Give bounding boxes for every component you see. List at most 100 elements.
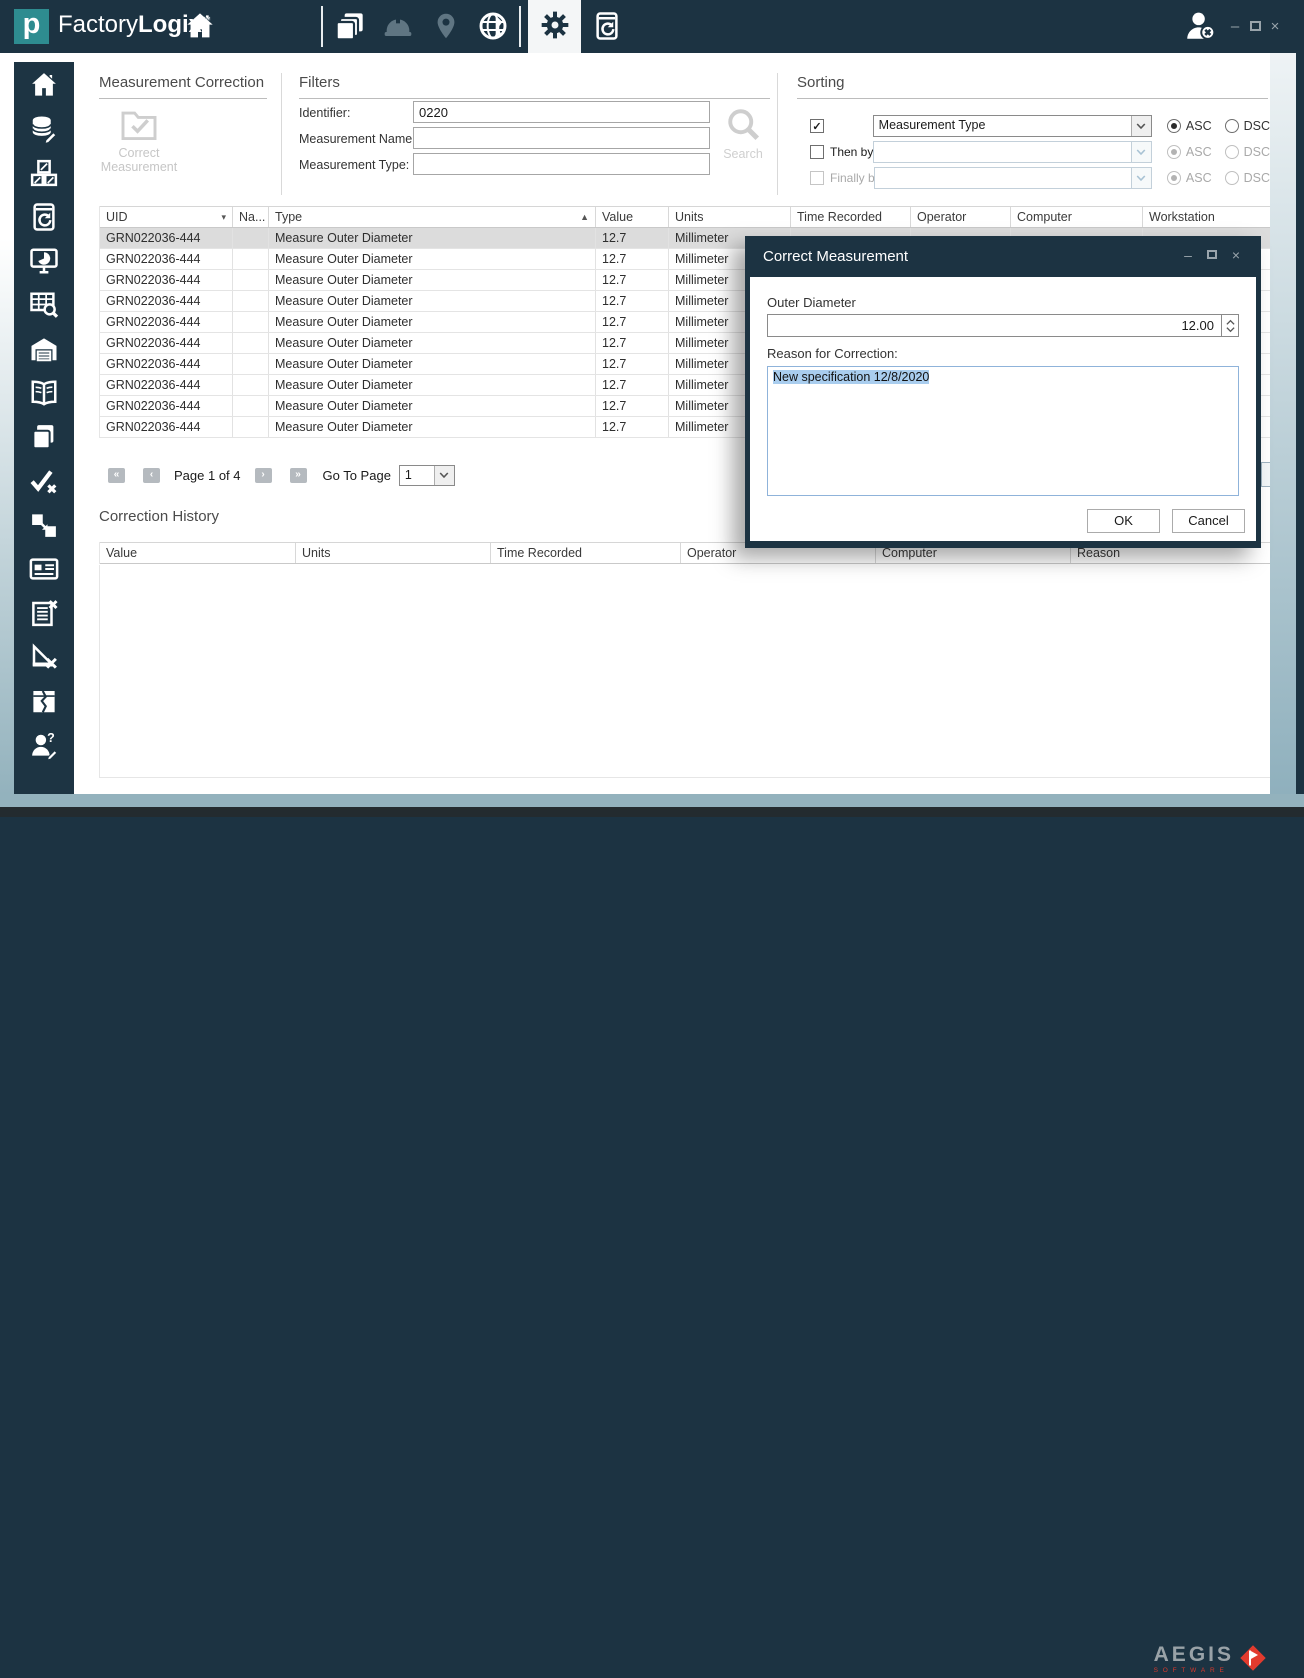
svg-text:?: ? xyxy=(47,730,55,744)
sidebar-item-transfer[interactable] xyxy=(14,504,74,548)
column-header-operator[interactable]: Operator xyxy=(911,207,1011,227)
sort-1-dsc-radio[interactable] xyxy=(1225,119,1239,133)
column-header-uid[interactable]: UID ▾ xyxy=(100,207,233,227)
documents-nav-button[interactable] xyxy=(333,10,367,44)
global-nav-button[interactable] xyxy=(476,10,510,44)
measurement-type-input[interactable] xyxy=(413,153,710,175)
sort-ascending-icon[interactable]: ▲ xyxy=(580,212,589,222)
identifier-label: Identifier: xyxy=(299,106,350,120)
sort-2-value xyxy=(874,142,1131,162)
ok-button[interactable]: OK xyxy=(1087,509,1160,533)
sidebar-item-measurement-correction[interactable] xyxy=(14,636,74,680)
dialog-title: Correct Measurement xyxy=(763,248,908,265)
outer-diameter-spinner[interactable]: 12.00 xyxy=(767,314,1239,337)
previous-page-button[interactable]: ‹ xyxy=(143,468,160,483)
window-minimize-button[interactable]: – xyxy=(1226,20,1244,36)
sidebar-item-device-history[interactable] xyxy=(14,196,74,240)
history-column-header-value[interactable]: Value xyxy=(100,543,296,563)
sidebar-item-warehouse[interactable] xyxy=(14,328,74,372)
dialog-title-bar[interactable]: Correct Measurement – × xyxy=(750,236,1256,277)
aegis-brand-text: AEGIS xyxy=(1154,1645,1234,1665)
hardhat-icon xyxy=(382,10,414,45)
logout-button[interactable] xyxy=(1183,10,1217,44)
sidebar-item-damaged-package[interactable] xyxy=(14,680,74,724)
dialog-maximize-button[interactable] xyxy=(1204,248,1220,261)
divider xyxy=(99,98,267,99)
gear-icon xyxy=(539,9,571,44)
asc-label: ASC xyxy=(1186,145,1212,159)
sidebar-item-verify-check[interactable] xyxy=(14,460,74,504)
dialog-close-button[interactable]: × xyxy=(1228,249,1244,262)
column-header-computer[interactable]: Computer xyxy=(1011,207,1143,227)
table-cell: Measure Outer Diameter xyxy=(269,396,596,416)
aegis-diamond-icon xyxy=(1236,1641,1270,1678)
first-page-button[interactable]: « xyxy=(108,468,125,483)
sidebar-item-documents[interactable] xyxy=(14,416,74,460)
table-cell xyxy=(233,333,269,353)
user-logout-icon xyxy=(1183,9,1217,46)
sidebar-item-database-edit[interactable] xyxy=(14,108,74,152)
measurement-name-input[interactable] xyxy=(413,127,710,149)
globe-icon xyxy=(477,10,509,45)
column-header-type[interactable]: Type▲ xyxy=(269,207,596,227)
history-column-header-timerecorded[interactable]: Time Recorded xyxy=(491,543,681,563)
table-cell: Measure Outer Diameter xyxy=(269,228,596,248)
sidebar-item-home[interactable] xyxy=(14,64,74,108)
sort-1-checkbox-checked[interactable] xyxy=(810,119,824,133)
outer-diameter-value[interactable]: 12.00 xyxy=(768,315,1221,336)
column-header-value[interactable]: Value xyxy=(596,207,669,227)
chevron-down-icon[interactable] xyxy=(1131,116,1151,136)
search-button[interactable]: Search xyxy=(714,104,772,168)
table-cell xyxy=(233,291,269,311)
sidebar-item-dashboard-monitor[interactable] xyxy=(14,240,74,284)
sorting-title: Sorting xyxy=(797,74,845,91)
measurement-type-label: Measurement Type: xyxy=(299,158,409,172)
chevron-down-icon[interactable] xyxy=(434,466,454,485)
sort-1-asc-radio-selected[interactable] xyxy=(1167,119,1181,133)
sidebar-item-id-card[interactable] xyxy=(14,548,74,592)
sidebar-item-table-search[interactable] xyxy=(14,284,74,328)
spinner-buttons[interactable] xyxy=(1221,315,1238,336)
filter-dropdown-icon[interactable]: ▾ xyxy=(221,212,226,223)
table-cell: Measure Outer Diameter xyxy=(269,333,596,353)
nc-device-nav-button[interactable] xyxy=(590,10,624,44)
sidebar-item-checklist-remove[interactable] xyxy=(14,592,74,636)
sort-2-checkbox[interactable] xyxy=(810,145,824,159)
cancel-button[interactable]: Cancel xyxy=(1172,509,1245,533)
sidebar-item-book[interactable] xyxy=(14,372,74,416)
aegis-subtitle-text: SOFTWARE xyxy=(1154,1667,1234,1674)
window-right-edge xyxy=(1270,53,1296,794)
table-cell: Measure Outer Diameter xyxy=(269,270,596,290)
home-nav-button[interactable] xyxy=(183,10,217,44)
table-cell: GRN022036-444 xyxy=(100,375,233,395)
last-page-button[interactable]: » xyxy=(290,468,307,483)
history-column-header-units[interactable]: Units xyxy=(296,543,491,563)
next-page-button[interactable]: › xyxy=(255,468,272,483)
sidebar-item-packages[interactable] xyxy=(14,152,74,196)
page-indicator: Page 1 of 4 xyxy=(174,468,241,483)
identifier-input[interactable] xyxy=(413,101,710,123)
column-header-units[interactable]: Units xyxy=(669,207,791,227)
column-header-workstation[interactable]: Workstation xyxy=(1143,207,1271,227)
table-cell: Measure Outer Diameter xyxy=(269,375,596,395)
column-header-na[interactable]: Na... xyxy=(233,207,269,227)
production-nav-button[interactable] xyxy=(381,10,415,44)
window-maximize-button[interactable] xyxy=(1246,20,1264,36)
pagination-bar: « ‹ Page 1 of 4 › » Go To Page 1 xyxy=(108,463,455,487)
reason-textarea[interactable]: New specification 12/8/2020 xyxy=(767,366,1239,496)
table-cell: GRN022036-444 xyxy=(100,270,233,290)
column-header-label: Computer xyxy=(1017,210,1072,224)
dialog-minimize-button[interactable]: – xyxy=(1180,249,1196,262)
location-nav-button[interactable] xyxy=(429,10,463,44)
go-to-page-select[interactable]: 1 xyxy=(399,465,455,486)
column-header-timerecorded[interactable]: Time Recorded xyxy=(791,207,911,227)
sidebar-item-user-inquiry[interactable]: ? xyxy=(14,724,74,768)
app-logo[interactable]: p xyxy=(14,9,49,44)
correct-measurement-button[interactable]: CorrectMeasurement xyxy=(96,108,182,174)
settings-nav-button-active[interactable] xyxy=(528,0,581,53)
column-header-label: UID xyxy=(106,210,128,224)
sort-1-dropdown[interactable]: Measurement Type xyxy=(873,115,1152,137)
divider xyxy=(299,98,770,99)
dsc-label: DSC xyxy=(1244,171,1270,185)
window-close-button[interactable]: × xyxy=(1266,20,1284,36)
